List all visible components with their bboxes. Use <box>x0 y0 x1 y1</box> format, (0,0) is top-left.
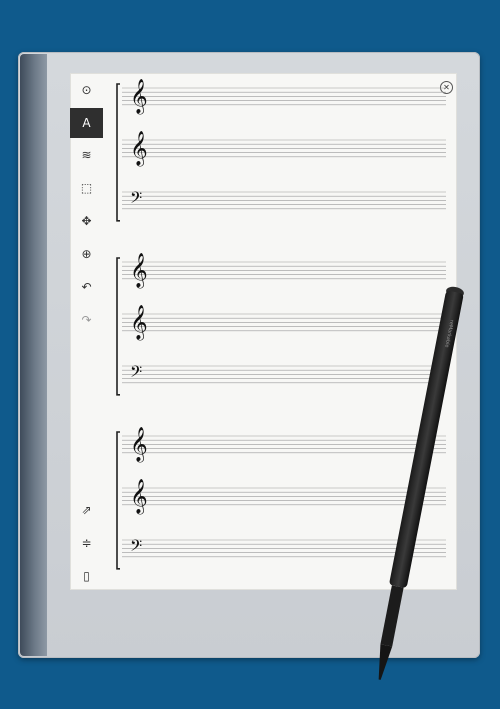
system-bracket <box>116 83 120 222</box>
system-bracket <box>116 431 120 570</box>
staff-system: 𝄞 𝄞 𝄢 <box>116 253 446 396</box>
treble-clef-icon: 𝄞 <box>130 479 148 515</box>
treble-clef-icon: 𝄞 <box>130 305 148 341</box>
staff-system: 𝄞 𝄞 𝄢 <box>116 79 446 222</box>
treble-clef-icon: 𝄞 <box>130 131 148 167</box>
bass-clef-icon: 𝄢 <box>130 537 142 559</box>
treble-clef-icon: 𝄞 <box>130 79 148 115</box>
treble-clef-icon: 𝄞 <box>130 253 148 289</box>
system-bracket <box>116 257 120 396</box>
staff-system: 𝄞 𝄞 𝄢 <box>116 427 446 570</box>
bass-clef-icon: 𝄢 <box>130 363 142 385</box>
bass-clef-icon: 𝄢 <box>130 189 142 211</box>
music-staff-template: 𝄞 𝄞 𝄢 𝄞 𝄞 𝄢 𝄞 𝄞 𝄢 <box>116 79 446 570</box>
treble-clef-icon: 𝄞 <box>130 427 148 463</box>
